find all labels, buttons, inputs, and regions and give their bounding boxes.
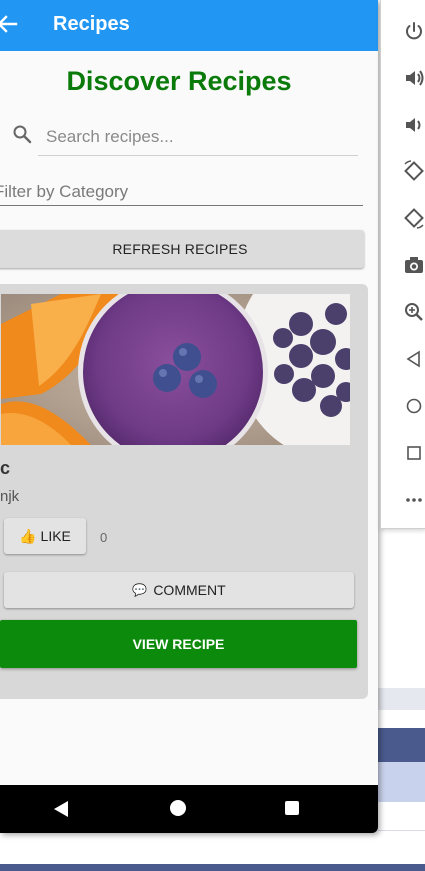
recipe-image[interactable] [1,294,350,445]
like-button[interactable]: 👍 LIKE [4,518,86,554]
overview-icon[interactable] [403,442,425,464]
app-bar-title: Recipes [53,13,130,35]
phone-screen: Recipes Discover Recipes REFRESH RECIPES [0,0,378,833]
nav-back-icon[interactable] [53,800,69,818]
search-icon [13,125,32,144]
host-background-band [378,728,425,762]
camera-icon[interactable] [403,254,425,276]
search-input[interactable] [38,118,358,156]
nav-recents-icon[interactable] [285,801,299,815]
like-count: 0 [100,530,108,545]
emulator-toolbar [380,0,425,529]
page-heading: Discover Recipes [66,66,292,96]
host-background-band [378,762,425,802]
android-navigation-bar [0,785,378,833]
home-icon[interactable] [403,395,425,417]
category-filter-input[interactable] [0,178,363,206]
app-bar: Recipes [0,0,378,51]
back-icon[interactable] [403,348,425,370]
rotate-right-icon[interactable] [403,207,425,229]
host-divider [378,830,425,831]
back-arrow-icon[interactable] [0,12,18,36]
like-button-label: LIKE [40,528,71,544]
nav-home-icon[interactable] [170,800,186,816]
host-taskbar [0,864,425,871]
rotate-left-icon[interactable] [403,160,425,182]
recipe-description: njk [0,488,20,505]
thumbs-up-icon: 👍 [19,527,37,544]
comment-button[interactable]: 💬 COMMENT [4,572,354,608]
refresh-recipes-button[interactable]: REFRESH RECIPES [0,230,364,268]
more-icon[interactable] [403,489,425,511]
zoom-icon[interactable] [403,301,425,323]
comment-button-label: COMMENT [153,582,226,598]
comment-icon: 💬 [132,583,148,597]
volume-down-icon[interactable] [403,114,425,136]
view-recipe-button[interactable]: VIEW RECIPE [0,620,357,668]
recipe-title: c [0,458,11,478]
power-icon[interactable] [403,20,425,42]
volume-up-icon[interactable] [403,67,425,89]
